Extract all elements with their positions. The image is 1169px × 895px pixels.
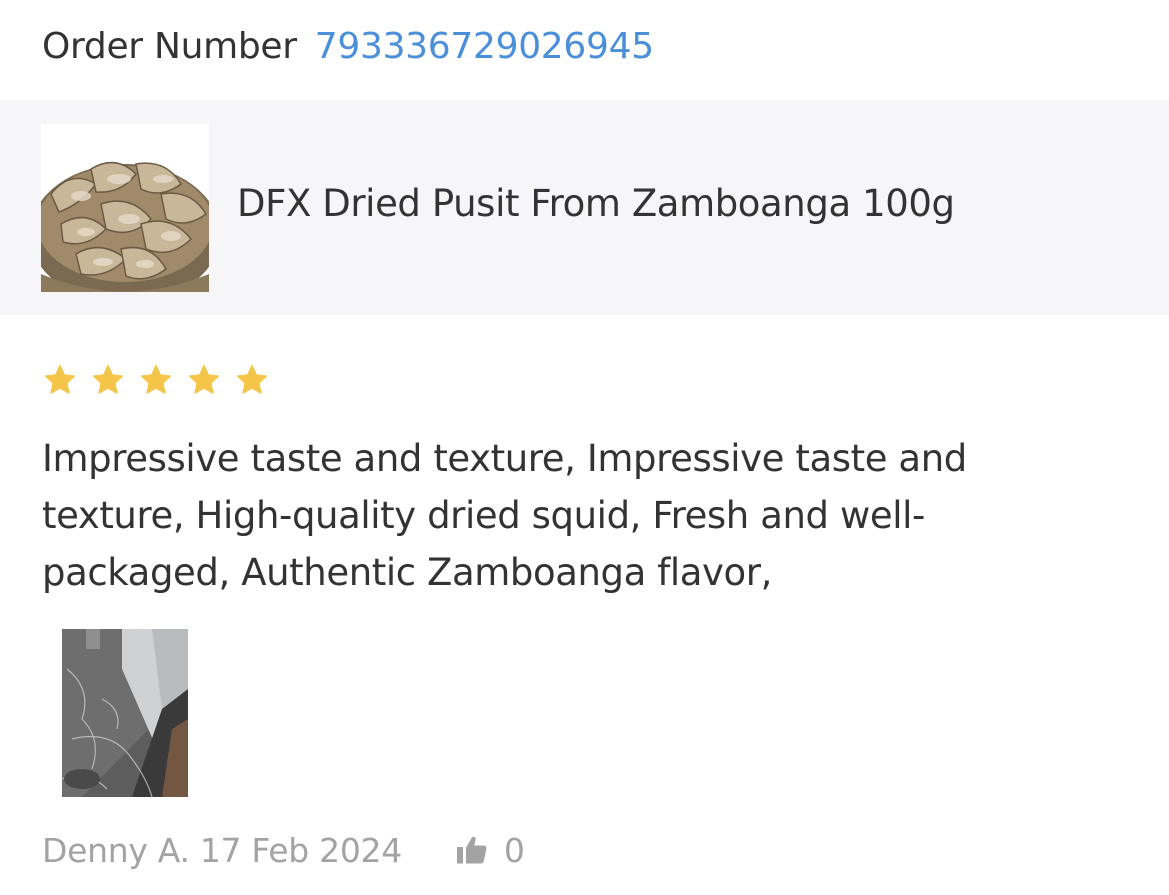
product-panel[interactable]: DFX Dried Pusit From Zamboanga 100g (0, 100, 1169, 315)
star-icon (140, 364, 172, 395)
star-icon (44, 364, 76, 395)
thumbs-up-icon (456, 836, 487, 864)
star-rating (40, 360, 272, 400)
like-count: 0 (503, 830, 525, 870)
reviewer-and-date: Denny A. 17 Feb 2024 (42, 830, 402, 870)
order-number-label: Order Number (42, 25, 297, 67)
review-text: Impressive taste and texture, Impressive… (42, 437, 967, 594)
star-icon (92, 364, 124, 395)
review-photo[interactable] (62, 629, 188, 797)
order-number-row: Order Number 793336729026945 (42, 18, 654, 74)
like-button[interactable]: 0 (454, 831, 525, 870)
order-number-link[interactable]: 793336729026945 (315, 26, 654, 67)
review-footer: Denny A. 17 Feb 2024 0 (42, 826, 525, 874)
star-icon (188, 364, 220, 395)
dried-squid-image (41, 124, 209, 292)
review-photo-image (62, 629, 188, 797)
product-name[interactable]: DFX Dried Pusit From Zamboanga 100g (237, 182, 955, 225)
product-thumbnail (41, 124, 209, 292)
star-icon (236, 364, 268, 395)
